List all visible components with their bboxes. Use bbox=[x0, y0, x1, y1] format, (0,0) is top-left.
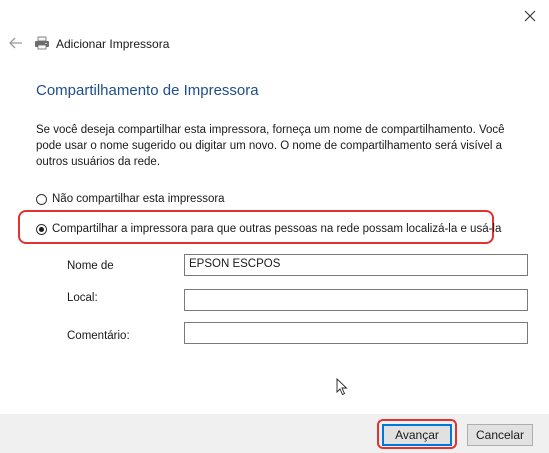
share-name-label: Nome de bbox=[67, 260, 114, 272]
share-label: Compartilhar a impressora para que outra… bbox=[52, 223, 502, 235]
page-heading: Compartilhamento de Impressora bbox=[36, 82, 259, 99]
close-icon bbox=[524, 10, 536, 22]
location-field[interactable] bbox=[184, 289, 528, 311]
comment-field[interactable] bbox=[184, 322, 528, 344]
no-share-radio[interactable] bbox=[36, 194, 47, 205]
back-button[interactable] bbox=[6, 34, 26, 52]
share-radio[interactable] bbox=[36, 224, 47, 235]
share-option[interactable]: Compartilhar a impressora para que outra… bbox=[36, 223, 501, 237]
page-description: Se você deseja compartilhar esta impress… bbox=[36, 124, 505, 168]
next-button[interactable]: Avançar bbox=[382, 424, 452, 446]
share-name-field[interactable]: EPSON ESCPOS bbox=[184, 254, 528, 276]
no-share-label: Não compartilhar esta impressora bbox=[52, 193, 225, 205]
close-button[interactable] bbox=[518, 6, 542, 26]
mouse-cursor-icon bbox=[336, 378, 348, 396]
printer-icon bbox=[35, 36, 49, 50]
back-arrow-icon bbox=[9, 37, 22, 49]
location-label: Local: bbox=[67, 292, 98, 304]
no-share-option[interactable]: Não compartilhar esta impressora bbox=[36, 193, 236, 207]
window-title: Adicionar Impressora bbox=[56, 37, 170, 51]
comment-label: Comentário: bbox=[67, 330, 130, 342]
cancel-button[interactable]: Cancelar bbox=[467, 424, 533, 446]
